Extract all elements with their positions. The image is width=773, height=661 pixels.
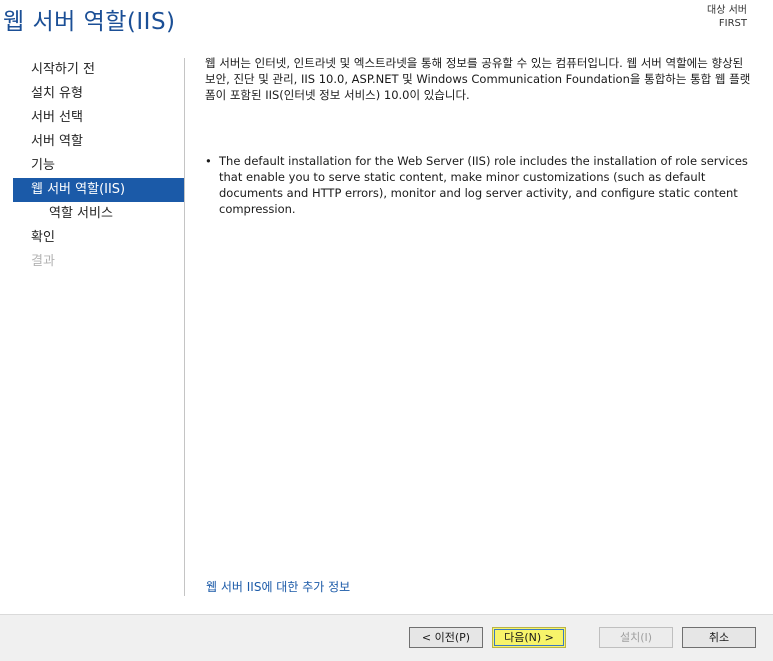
nav-item-server-selection[interactable]: 서버 선택 — [13, 106, 184, 130]
nav-item-before-you-begin[interactable]: 시작하기 전 — [13, 58, 184, 82]
role-description: 웹 서버는 인터넷, 인트라넷 및 엑스트라넷을 통해 정보를 공유할 수 있는… — [205, 56, 751, 102]
previous-button[interactable]: < 이전(P) — [409, 627, 483, 648]
default-installation-text: The default installation for the Web Ser… — [219, 154, 748, 216]
nav-item-web-server-role[interactable]: 웹 서버 역할(IIS) — [13, 178, 184, 202]
nav-item-features[interactable]: 기능 — [13, 154, 184, 178]
more-info-link[interactable]: 웹 서버 IIS에 대한 추가 정보 — [206, 578, 350, 595]
nav-item-server-roles[interactable]: 서버 역할 — [13, 130, 184, 154]
wizard-footer: < 이전(P) 다음(N) > 설치(I) 취소 — [0, 614, 773, 661]
destination-server-info: 대상 서버 FIRST — [707, 4, 747, 30]
nav-divider — [184, 58, 185, 596]
nav-item-role-services[interactable]: 역할 서비스 — [13, 202, 184, 226]
nav-item-results: 결과 — [31, 254, 55, 269]
install-button: 설치(I) — [599, 627, 673, 648]
wizard-nav: 시작하기 전 설치 유형 서버 선택 서버 역할 기능 웹 서버 역할(IIS)… — [13, 58, 184, 274]
cancel-button[interactable]: 취소 — [682, 627, 756, 648]
destination-label: 대상 서버 — [707, 5, 747, 16]
nav-item-confirmation[interactable]: 확인 — [13, 226, 184, 250]
page-title: 웹 서버 역할(IIS) — [3, 9, 176, 35]
default-installation-note: • The default installation for the Web S… — [205, 153, 755, 217]
destination-server-name: FIRST — [718, 18, 747, 29]
next-button[interactable]: 다음(N) > — [492, 627, 566, 648]
nav-item-installation-type[interactable]: 설치 유형 — [13, 82, 184, 106]
bullet-dot: • — [205, 154, 212, 168]
